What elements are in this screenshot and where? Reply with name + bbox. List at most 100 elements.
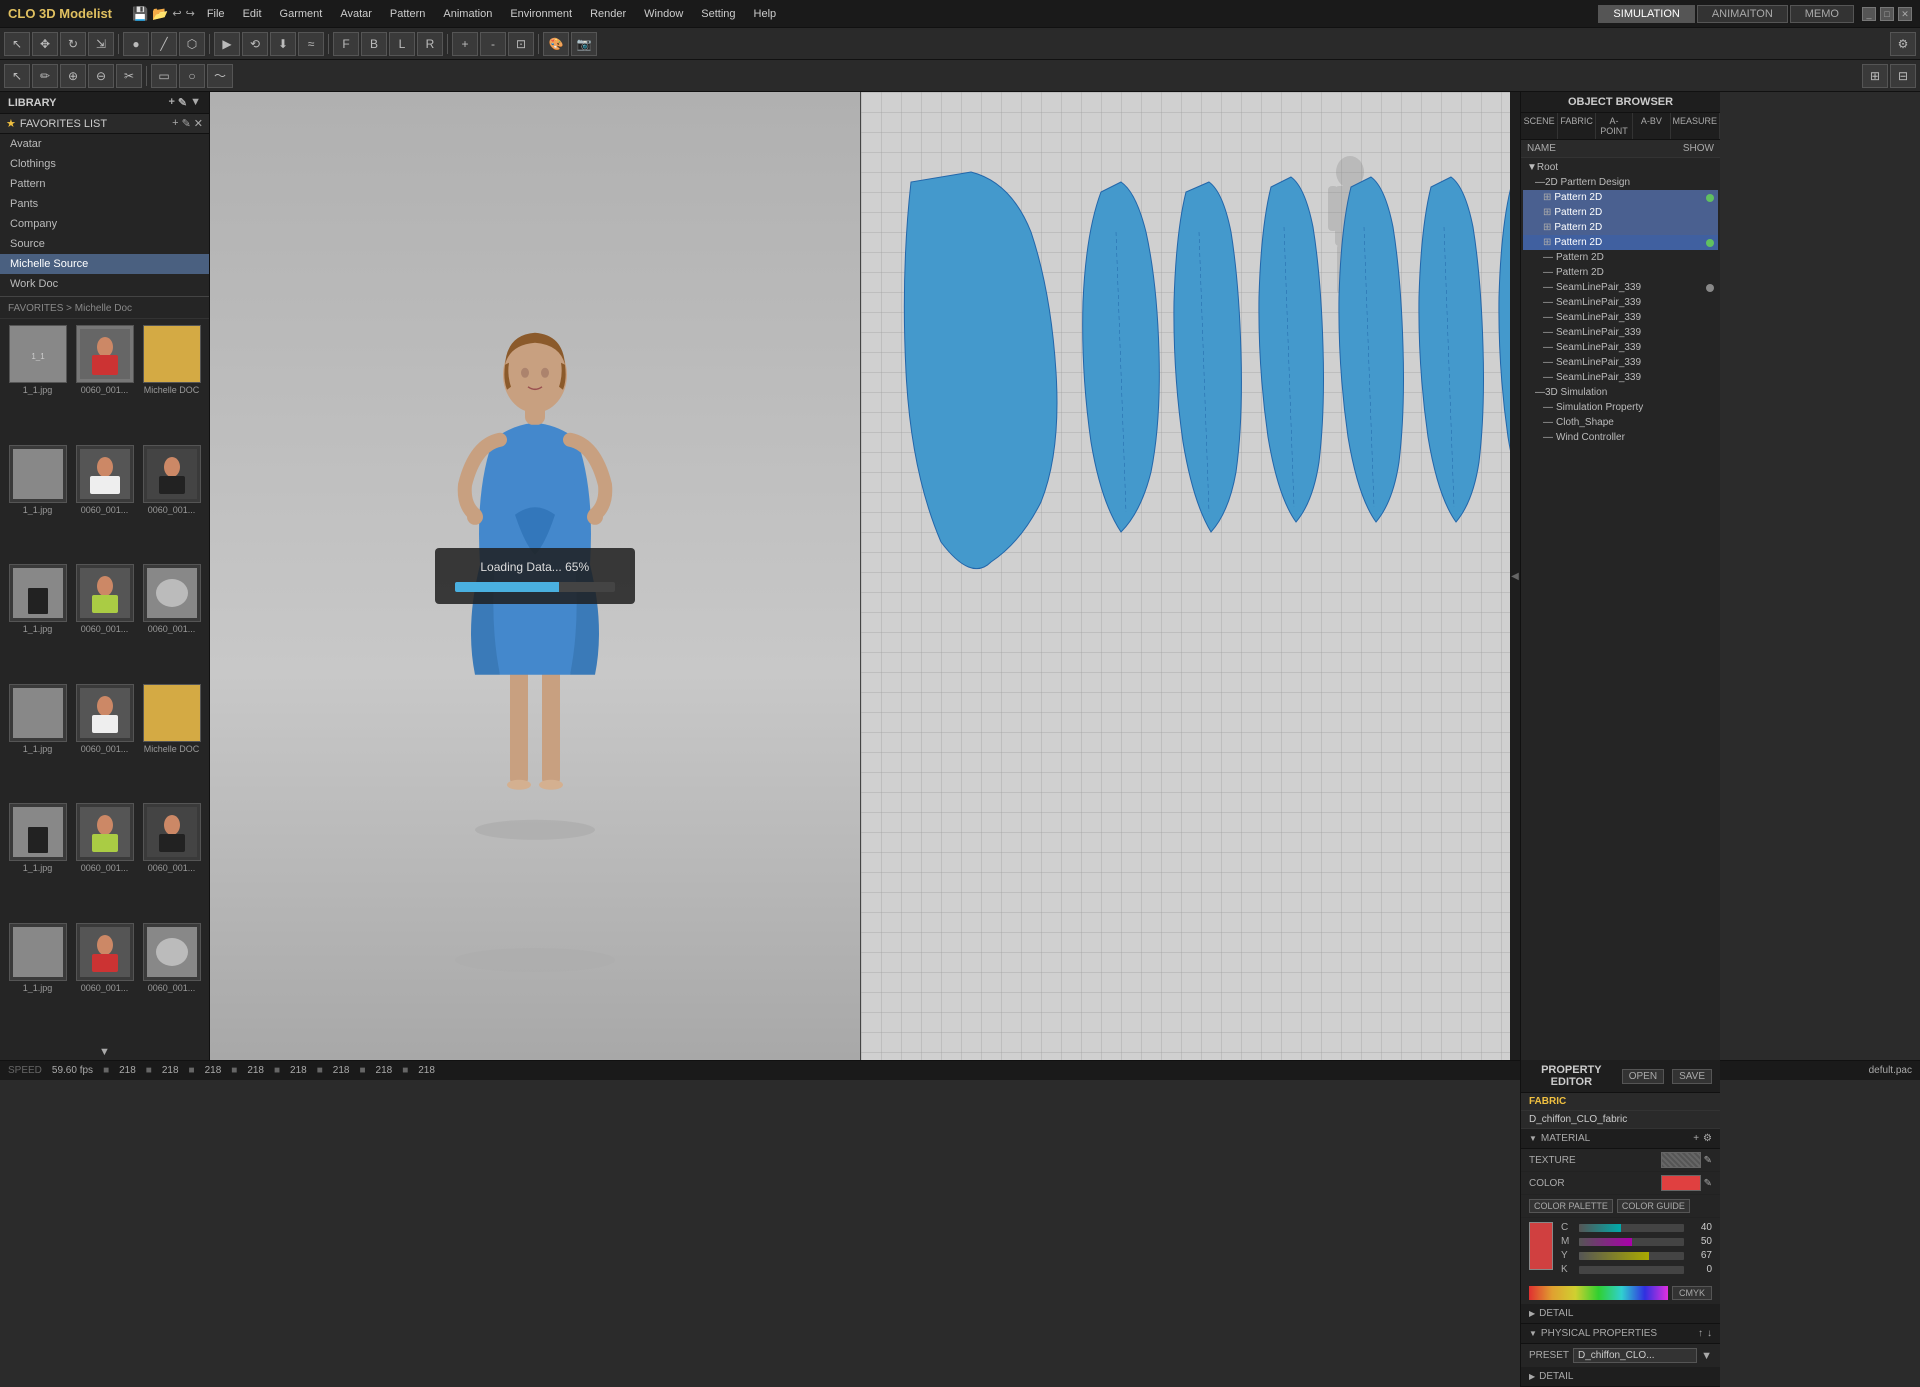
tb-gravity[interactable]: ⬇	[270, 32, 296, 56]
maximize-button[interactable]: □	[1880, 7, 1894, 21]
viewport-2d[interactable]	[861, 92, 1511, 1060]
tb-simulate[interactable]: ▶	[214, 32, 240, 56]
tab-simulation[interactable]: SIMULATION	[1598, 5, 1694, 23]
tree-seam-2[interactable]: —SeamLinePair_339	[1523, 295, 1718, 310]
list-item[interactable]: 0060_001...	[73, 684, 136, 800]
minimize-button[interactable]: _	[1862, 7, 1876, 21]
tree-2d-design[interactable]: — 2D Parttern Design	[1523, 175, 1718, 190]
nav-clothings[interactable]: Clothings	[0, 154, 209, 174]
tb-zoom-out[interactable]: -	[480, 32, 506, 56]
undo-icon[interactable]: ↩	[172, 7, 181, 20]
tb2-grid[interactable]: ⊞	[1862, 64, 1888, 88]
texture-edit-icon[interactable]: ✎	[1704, 1155, 1712, 1166]
nav-company[interactable]: Company	[0, 214, 209, 234]
material-settings-icon[interactable]: ⚙	[1703, 1133, 1712, 1144]
color-swatch[interactable]	[1661, 1175, 1701, 1191]
color-palette-button[interactable]: COLOR PALETTE	[1529, 1199, 1613, 1213]
list-item[interactable]: 0060_001...	[73, 445, 136, 561]
tree-pattern2d-6[interactable]: —Pattern 2D	[1523, 265, 1718, 280]
nav-source[interactable]: Source	[0, 234, 209, 254]
list-item[interactable]: 1_1 1_1.jpg	[6, 325, 69, 441]
tb-render[interactable]: 🎨	[543, 32, 569, 56]
list-item[interactable]: Michelle DOC	[140, 325, 203, 441]
tree-root[interactable]: ▼ Root	[1523, 160, 1718, 175]
lib-arrow-icon[interactable]: ▼	[190, 96, 201, 109]
color-guide-button[interactable]: COLOR GUIDE	[1617, 1199, 1690, 1213]
save-button[interactable]: SAVE	[1672, 1069, 1712, 1084]
texture-swatch[interactable]	[1661, 1152, 1701, 1168]
tb-view-left[interactable]: L	[389, 32, 415, 56]
tree-pattern2d-1[interactable]: ⊞Pattern 2D	[1523, 190, 1718, 205]
menu-file[interactable]: File	[199, 6, 233, 22]
save-icon[interactable]: 💾	[132, 6, 148, 22]
panel-collapse-right[interactable]: ◀	[1510, 92, 1520, 1060]
nav-work-doc[interactable]: Work Doc	[0, 274, 209, 294]
redo-icon[interactable]: ↪	[186, 7, 195, 20]
physical-import-icon[interactable]: ↑	[1698, 1328, 1703, 1339]
tree-cloth-shape[interactable]: —Cloth_Shape	[1523, 415, 1718, 430]
tree-seam-4[interactable]: —SeamLinePair_339	[1523, 325, 1718, 340]
list-item[interactable]: 1_1.jpg	[6, 445, 69, 561]
color-edit-icon[interactable]: ✎	[1704, 1178, 1712, 1189]
menu-pattern[interactable]: Pattern	[382, 6, 433, 22]
lib-edit-icon[interactable]: ✎	[178, 96, 187, 109]
tb-move[interactable]: ✥	[32, 32, 58, 56]
tab-fabric[interactable]: FABRIC	[1558, 113, 1596, 139]
preset-value[interactable]: D_chiffon_CLO...	[1573, 1348, 1697, 1363]
tb-select[interactable]: ↖	[4, 32, 30, 56]
tb-view-front[interactable]: F	[333, 32, 359, 56]
tb2-add-point[interactable]: ⊕	[60, 64, 86, 88]
open-button[interactable]: OPEN	[1622, 1069, 1664, 1084]
nav-avatar[interactable]: Avatar	[0, 134, 209, 154]
tab-measure[interactable]: MEASURE	[1671, 113, 1721, 139]
tree-pattern2d-3[interactable]: ⊞Pattern 2D	[1523, 220, 1718, 235]
tab-memo[interactable]: MEMO	[1790, 5, 1854, 23]
color-spectrum[interactable]	[1529, 1286, 1668, 1300]
list-item[interactable]: 0060_001...	[140, 923, 203, 1039]
tb2-circle[interactable]: ○	[179, 64, 205, 88]
viewport-3d[interactable]: Loading Data... 65%	[210, 92, 861, 1060]
tree-seam-1[interactable]: —SeamLinePair_339	[1523, 280, 1718, 295]
menu-environment[interactable]: Environment	[502, 6, 580, 22]
detail2-section-header[interactable]: ▶ DETAIL	[1521, 1367, 1720, 1387]
tb-rotate[interactable]: ↻	[60, 32, 86, 56]
material-add-icon[interactable]: +	[1693, 1133, 1699, 1144]
tree-wind-controller[interactable]: —Wind Controller	[1523, 430, 1718, 445]
tab-a-bv[interactable]: A-BV	[1633, 113, 1670, 139]
tb-fit[interactable]: ⊡	[508, 32, 534, 56]
cmyk-button[interactable]: CMYK	[1672, 1286, 1712, 1300]
nav-pattern[interactable]: Pattern	[0, 174, 209, 194]
close-button[interactable]: ✕	[1898, 7, 1912, 21]
tree-sim-property[interactable]: —Simulation Property	[1523, 400, 1718, 415]
menu-garment[interactable]: Garment	[272, 6, 331, 22]
lib-add-icon[interactable]: +	[168, 96, 174, 109]
tb-point[interactable]: ●	[123, 32, 149, 56]
tree-pattern2d-5[interactable]: —Pattern 2D	[1523, 250, 1718, 265]
nav-michelle-source[interactable]: Michelle Source	[0, 254, 209, 274]
tb-line[interactable]: ╱	[151, 32, 177, 56]
lib-scroll-down[interactable]: ▼	[0, 1044, 209, 1060]
fav-add-icon[interactable]: +	[172, 117, 178, 130]
physical-section-header[interactable]: ▼ PHYSICAL PROPERTIES ↑ ↓	[1521, 1324, 1720, 1344]
tree-seam-7[interactable]: —SeamLinePair_339	[1523, 370, 1718, 385]
material-section-header[interactable]: ▼ MATERIAL + ⚙	[1521, 1129, 1720, 1149]
detail-section-header[interactable]: ▶ DETAIL	[1521, 1304, 1720, 1324]
tb-snapshot[interactable]: 📷	[571, 32, 597, 56]
tb-view-back[interactable]: B	[361, 32, 387, 56]
list-item[interactable]: 1_1.jpg	[6, 684, 69, 800]
menu-setting[interactable]: Setting	[693, 6, 743, 22]
show-btn[interactable]: SHOW	[1683, 143, 1714, 154]
list-item[interactable]: 0060_001...	[73, 564, 136, 680]
tree-seam-5[interactable]: —SeamLinePair_339	[1523, 340, 1718, 355]
color-preview-swatch[interactable]	[1529, 1222, 1553, 1270]
menu-render[interactable]: Render	[582, 6, 634, 22]
list-item[interactable]: 0060_001...	[73, 325, 136, 441]
tree-3d-sim[interactable]: — 3D Simulation	[1523, 385, 1718, 400]
fav-delete-icon[interactable]: ✕	[194, 117, 203, 130]
menu-edit[interactable]: Edit	[235, 6, 270, 22]
list-item[interactable]: 0060_001...	[140, 564, 203, 680]
tab-animation[interactable]: ANIMAITON	[1697, 5, 1788, 23]
tb2-cut[interactable]: ✂	[116, 64, 142, 88]
tree-seam-6[interactable]: —SeamLinePair_339	[1523, 355, 1718, 370]
tb-poly[interactable]: ⬡	[179, 32, 205, 56]
